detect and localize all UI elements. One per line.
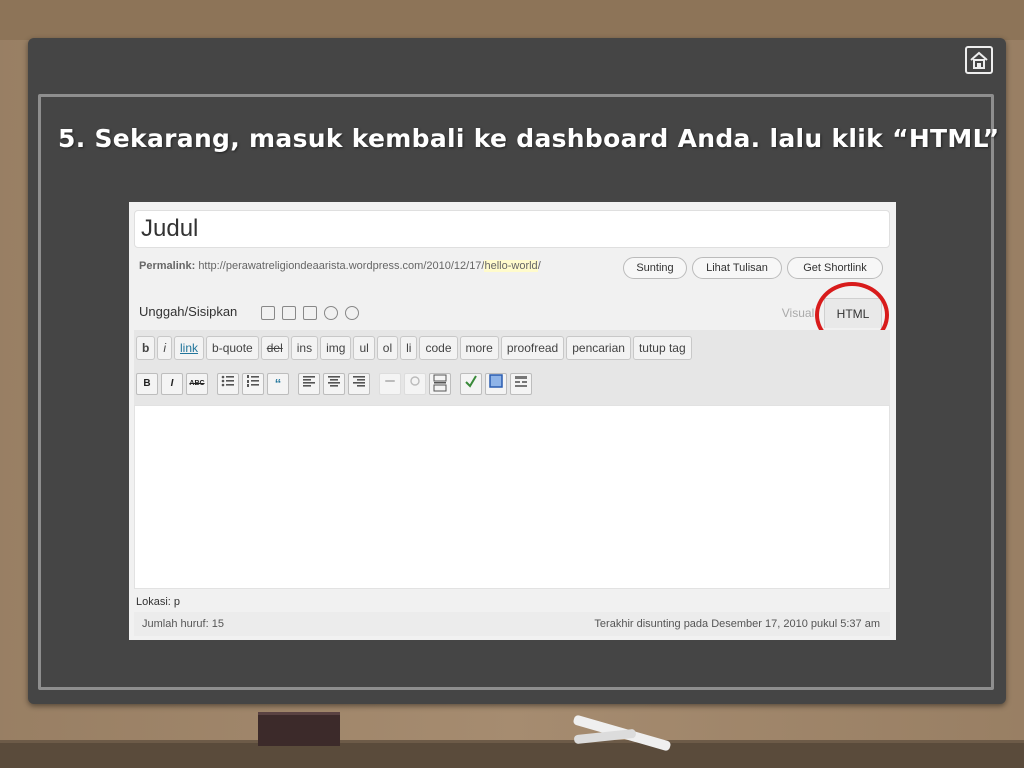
insert-link-icon[interactable]	[379, 373, 401, 395]
qt-more-button[interactable]: more	[459, 336, 499, 360]
align-right-icon[interactable]	[348, 373, 370, 395]
format-toolbar: B I ABC “	[136, 373, 532, 395]
bullet-list-icon[interactable]	[217, 373, 239, 395]
add-poll-icon[interactable]	[345, 306, 359, 320]
fullscreen-icon[interactable]	[485, 373, 507, 395]
chalk-ledge	[0, 740, 1024, 768]
media-icons	[261, 306, 359, 320]
word-count: Jumlah huruf: 15	[142, 618, 224, 630]
permalink-row: Permalink: http://perawatreligiondeaaris…	[139, 260, 541, 276]
post-title-input[interactable]: Judul	[134, 210, 890, 248]
last-edited: Terakhir disunting pada Desember 17, 201…	[594, 618, 880, 630]
qt-ins-button[interactable]: ins	[290, 336, 319, 360]
insert-more-icon[interactable]	[429, 373, 451, 395]
qt-ol-button[interactable]: ol	[376, 336, 399, 360]
qt-li-button[interactable]: li	[400, 336, 418, 360]
blockquote-icon[interactable]: “	[267, 373, 289, 395]
strikethrough-button[interactable]: ABC	[186, 373, 208, 395]
quicktags-toolbar: b i link b-quote del ins img ul ol li co…	[136, 336, 692, 360]
qt-close-tags-button[interactable]: tutup tag	[632, 336, 692, 360]
qt-search-button[interactable]: pencarian	[566, 336, 631, 360]
align-center-icon[interactable]	[323, 373, 345, 395]
permalink-slug[interactable]: hello-world	[484, 260, 538, 272]
unlink-icon[interactable]	[404, 373, 426, 395]
qt-bold-button[interactable]: b	[136, 336, 156, 360]
qt-ul-button[interactable]: ul	[353, 336, 375, 360]
spellcheck-icon[interactable]	[460, 373, 482, 395]
qt-img-button[interactable]: img	[320, 336, 352, 360]
add-image-icon[interactable]	[261, 306, 275, 320]
add-audio-icon[interactable]	[303, 306, 317, 320]
permalink-label: Permalink:	[139, 260, 196, 272]
path-label: Lokasi: p	[136, 596, 181, 608]
qt-code-button[interactable]: code	[419, 336, 458, 360]
eraser	[258, 712, 340, 746]
bold-button[interactable]: B	[136, 373, 158, 395]
upload-insert-label: Unggah/Sisipkan	[139, 304, 238, 319]
edit-permalink-button[interactable]: Sunting	[623, 257, 687, 279]
view-post-button[interactable]: Lihat Tulisan	[692, 257, 782, 279]
board-frame-top	[0, 0, 1024, 40]
qt-blockquote-button[interactable]: b-quote	[206, 336, 259, 360]
editor-screenshot: Judul Permalink: http://perawatreligiond…	[129, 202, 896, 640]
qt-proofread-button[interactable]: proofread	[500, 336, 565, 360]
kitchen-sink-icon[interactable]	[510, 373, 532, 395]
home-icon	[970, 51, 988, 69]
align-left-icon[interactable]	[298, 373, 320, 395]
add-media-icon[interactable]	[324, 306, 338, 320]
status-bar: Jumlah huruf: 15 Terakhir disunting pada…	[134, 612, 890, 636]
get-shortlink-button[interactable]: Get Shortlink	[787, 257, 883, 279]
slide-title: 5. Sekarang, masuk kembali ke dashboard …	[58, 124, 1000, 153]
qt-italic-button[interactable]: i	[157, 336, 173, 360]
qt-del-button[interactable]: del	[260, 336, 289, 360]
permalink-trailing: /	[537, 260, 541, 272]
qt-link-button[interactable]: link	[174, 336, 205, 360]
permalink-base: http://perawatreligiondeaarista.wordpres…	[198, 260, 485, 272]
italic-button[interactable]: I	[161, 373, 183, 395]
home-button[interactable]	[965, 46, 993, 74]
content-editor[interactable]	[134, 405, 890, 589]
numbered-list-icon[interactable]	[242, 373, 264, 395]
add-video-icon[interactable]	[282, 306, 296, 320]
